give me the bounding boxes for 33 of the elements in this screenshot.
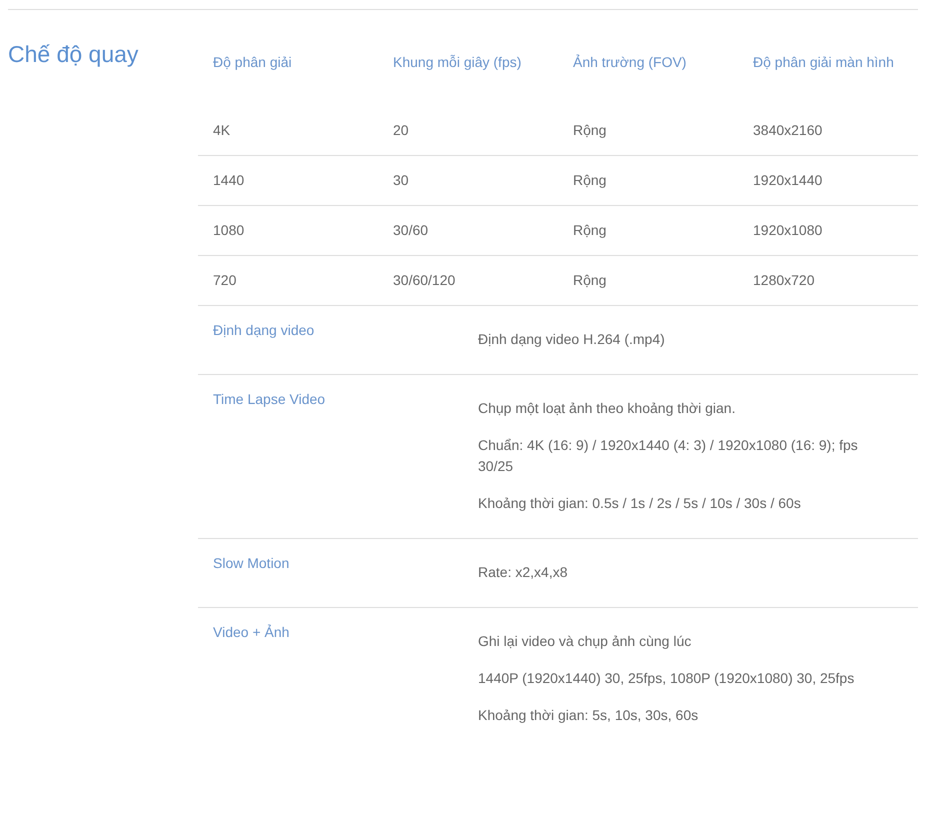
table-cell-text: Rộng xyxy=(572,171,608,190)
spec-label: Video + Ảnh xyxy=(213,624,290,640)
table-cell-text: 1080 xyxy=(212,221,246,240)
spec-label: Slow Motion xyxy=(213,555,290,571)
spec-value: Định dạng video H.264 (.mp4) xyxy=(478,330,666,349)
spec-value: Chụp một loạt ảnh theo khoảng thời gian. xyxy=(478,399,736,418)
spec-value: Khoảng thời gian: 5s, 10s, 30s, 60s xyxy=(478,706,700,725)
table-cell-text: 1920x1440 xyxy=(752,171,824,190)
table-cell-text: 1920x1080 xyxy=(752,221,824,240)
table-cell-text: Rộng xyxy=(572,271,608,290)
column-header: Ảnh trường (FOV) xyxy=(572,53,688,72)
table-cell-text: 20 xyxy=(392,121,410,140)
column-header: Độ phân giải xyxy=(212,53,293,72)
spec-label: Định dạng video xyxy=(213,322,314,338)
spec-value: Chuẩn: 4K (16: 9) / 1920x1440 (4: 3) / 1920x1080 (16: 9); fps 30/25 xyxy=(478,436,859,476)
spec-label: Time Lapse Video xyxy=(213,391,326,407)
spec-value: Rate: x2,x4,x8 xyxy=(478,563,568,582)
table-cell-text: 3840x2160 xyxy=(752,121,824,140)
table-cell-text: 1280x720 xyxy=(752,271,816,290)
table-cell-text: 30/60 xyxy=(392,221,430,240)
table-cell-text: Rộng xyxy=(572,121,608,140)
spec-value: Ghi lại video và chụp ảnh cùng lúc xyxy=(478,632,692,651)
table-cell-text: Rộng xyxy=(572,221,608,240)
table-cell-text: 30 xyxy=(392,171,410,190)
table-cell-text: 720 xyxy=(212,271,238,290)
table-cell-text: 30/60/120 xyxy=(392,271,456,290)
spec-value: 1440P (1920x1440) 30, 25fps, 1080P (1920x1080) 30, 25fps xyxy=(478,669,856,688)
column-header: Khung mỗi giây (fps) xyxy=(392,53,522,72)
section-title: Chế độ quay xyxy=(8,40,140,69)
column-header: Độ phân giải màn hình xyxy=(752,53,895,72)
spec-value: Khoảng thời gian: 0.5s / 1s / 2s / 5s / 10s / 30s / 60s xyxy=(478,494,802,513)
table-cell-text: 1440 xyxy=(212,171,246,190)
table-cell-text: 4K xyxy=(212,121,232,140)
